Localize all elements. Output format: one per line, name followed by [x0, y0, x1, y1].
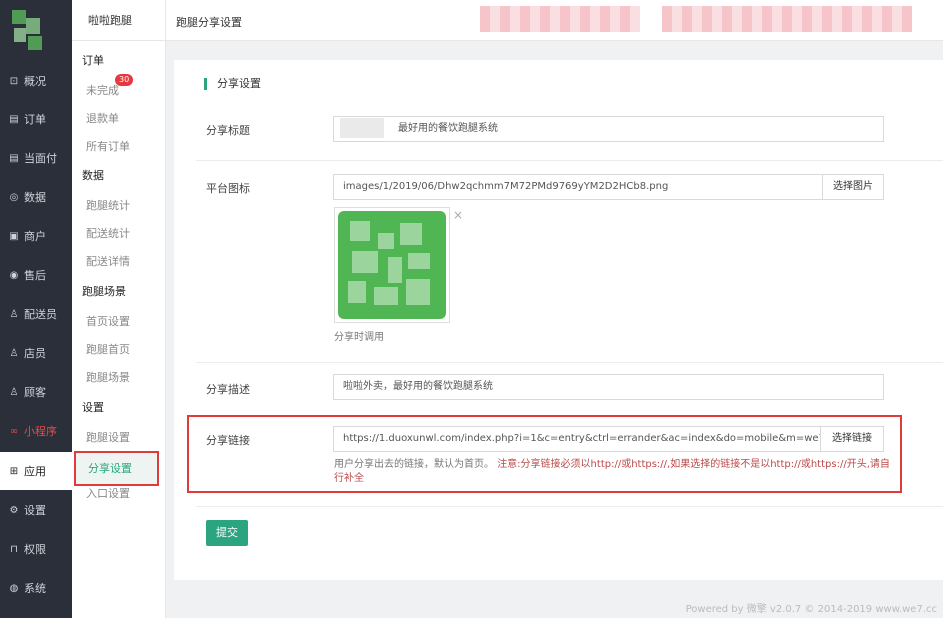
subnav-link-delivery-detail[interactable]: 配送详情	[86, 253, 130, 269]
subnav-link-errand-settings[interactable]: 跑腿设置	[86, 429, 130, 445]
nav-item-customer[interactable]: ♙ 顾客	[0, 373, 72, 411]
main-nav: ⊡ 概况 ▤ 订单 ▤ 当面付 ◎ 数据 ▣ 商户 ◉ 售后 ♙ 配送员 ♙ 店员 ♙ 顾客 ∞ 小…	[0, 0, 72, 618]
nav-item-label: 设置	[24, 504, 46, 517]
subnav-link-delivery-stats[interactable]: 配送统计	[86, 225, 130, 241]
sub-nav: 啦啦跑腿 订单 未完成 30 退款单 所有订单 数据 跑腿统计 配送统计 配送详…	[72, 0, 166, 618]
platform-icon-label: 平台图标	[206, 182, 250, 195]
footer-powered-by: Powered by 微擎 v2.0.7 © 2014-2019 www.we7…	[685, 604, 937, 615]
system-icon: ◍	[9, 582, 19, 594]
nav-item-label: 售后	[24, 269, 46, 282]
customer-icon: ♙	[9, 386, 19, 398]
miniprogram-icon: ∞	[9, 425, 19, 437]
divider	[196, 160, 943, 161]
share-title-input[interactable]: 最好用的餐饮跑腿系统	[333, 116, 884, 142]
share-desc-value: 啦啦外卖，最好用的餐饮跑腿系统	[343, 381, 493, 392]
share-settings-form: 分享设置 分享标题 最好用的餐饮跑腿系统 平台图标 images/1/2019/…	[174, 60, 943, 580]
subnav-group-settings: 设置	[82, 401, 104, 414]
order-icon: ▤	[9, 113, 19, 125]
nav-item-label: 店员	[24, 347, 46, 360]
subnav-link-refund[interactable]: 退款单	[86, 110, 119, 126]
store-icon: ▣	[9, 230, 19, 242]
subnav-group-order: 订单	[82, 54, 104, 67]
subnav-group-scene: 跑腿场景	[82, 285, 126, 298]
nav-item-data[interactable]: ◎ 数据	[0, 178, 72, 216]
divider	[196, 506, 943, 507]
nav-item-label: 系统	[24, 582, 46, 595]
nav-item-facepay[interactable]: ▤ 当面付	[0, 139, 72, 177]
clerk-icon: ♙	[9, 347, 19, 359]
subnav-link-unfinished[interactable]: 未完成	[86, 82, 119, 98]
share-link-highlight	[187, 415, 902, 493]
apps-icon: ⊞	[9, 465, 19, 477]
nav-item-label: 概况	[24, 75, 46, 88]
nav-item-label: 当面付	[24, 152, 57, 165]
facepay-icon: ▤	[9, 152, 19, 164]
redacted-header-info	[662, 6, 912, 32]
nav-item-permissions[interactable]: ⊓ 权限	[0, 530, 72, 568]
section-title: 分享设置	[204, 78, 261, 90]
icon-hint: 分享时调用	[334, 332, 384, 343]
subnav-link-entry-settings[interactable]: 入口设置	[86, 485, 130, 501]
nav-item-label: 商户	[24, 230, 46, 243]
divider	[196, 362, 943, 363]
overview-icon: ⊡	[9, 75, 19, 87]
nav-item-aftersale[interactable]: ◉ 售后	[0, 256, 72, 294]
nav-item-label: 数据	[24, 191, 46, 204]
nav-item-label: 配送员	[24, 308, 57, 321]
subnav-link-share-settings[interactable]: 分享设置	[74, 451, 159, 486]
subnav-link-all-orders[interactable]: 所有订单	[86, 138, 130, 154]
nav-item-settings[interactable]: ⚙ 设置	[0, 491, 72, 529]
nav-item-system[interactable]: ◍ 系统	[0, 569, 72, 607]
nav-item-label: 顾客	[24, 386, 46, 399]
nav-item-miniprogram[interactable]: ∞ 小程序	[0, 412, 72, 450]
subnav-link-errand-home[interactable]: 跑腿首页	[86, 341, 130, 357]
nav-item-clerk[interactable]: ♙ 店员	[0, 334, 72, 372]
redacted-title-prefix	[340, 118, 384, 138]
nav-item-label: 权限	[24, 543, 46, 556]
platform-icon-preview	[334, 207, 450, 323]
nav-item-store[interactable]: ▣ 商户	[0, 217, 72, 255]
share-title-label: 分享标题	[206, 124, 250, 137]
subnav-link-errand-scene[interactable]: 跑腿场景	[86, 369, 130, 385]
submit-button[interactable]: 提交	[206, 520, 248, 546]
subnav-title: 啦啦跑腿	[72, 0, 166, 41]
share-desc-input[interactable]: 啦啦外卖，最好用的餐饮跑腿系统	[333, 374, 884, 400]
subnav-link-share-settings-label: 分享设置	[88, 462, 132, 475]
redacted-header-info	[480, 6, 640, 32]
nav-item-label: 小程序	[24, 425, 57, 438]
choose-image-button[interactable]: 选择图片	[822, 174, 884, 200]
subnav-link-home-settings[interactable]: 首页设置	[86, 313, 130, 329]
nav-item-orders[interactable]: ▤ 订单	[0, 100, 72, 138]
nav-item-label: 订单	[24, 113, 46, 126]
aftersale-icon: ◉	[9, 269, 19, 281]
page-header: 跑腿分享设置	[166, 0, 943, 41]
share-desc-label: 分享描述	[206, 383, 250, 396]
nav-item-overview[interactable]: ⊡ 概况	[0, 62, 72, 100]
icon-path-input[interactable]: images/1/2019/06/Dhw2qchmm7M72PMd9769yYM…	[333, 174, 823, 200]
subnav-link-errand-stats[interactable]: 跑腿统计	[86, 197, 130, 213]
nav-item-courier[interactable]: ♙ 配送员	[0, 295, 72, 333]
subnav-group-data: 数据	[82, 169, 104, 182]
share-title-value: 最好用的餐饮跑腿系统	[398, 123, 498, 134]
courier-icon: ♙	[9, 308, 19, 320]
settings-icon: ⚙	[9, 504, 19, 516]
page-title: 跑腿分享设置	[176, 16, 242, 29]
icon-path-value: images/1/2019/06/Dhw2qchmm7M72PMd9769yYM…	[343, 181, 669, 192]
close-icon[interactable]: ×	[453, 208, 463, 222]
lock-icon: ⊓	[10, 543, 18, 555]
unfinished-count-badge: 30	[115, 74, 134, 86]
nav-item-label: 应用	[24, 465, 46, 478]
avatar[interactable]	[10, 6, 46, 56]
nav-item-apps[interactable]: ⊞ 应用	[0, 452, 72, 490]
data-icon: ◎	[9, 191, 19, 203]
